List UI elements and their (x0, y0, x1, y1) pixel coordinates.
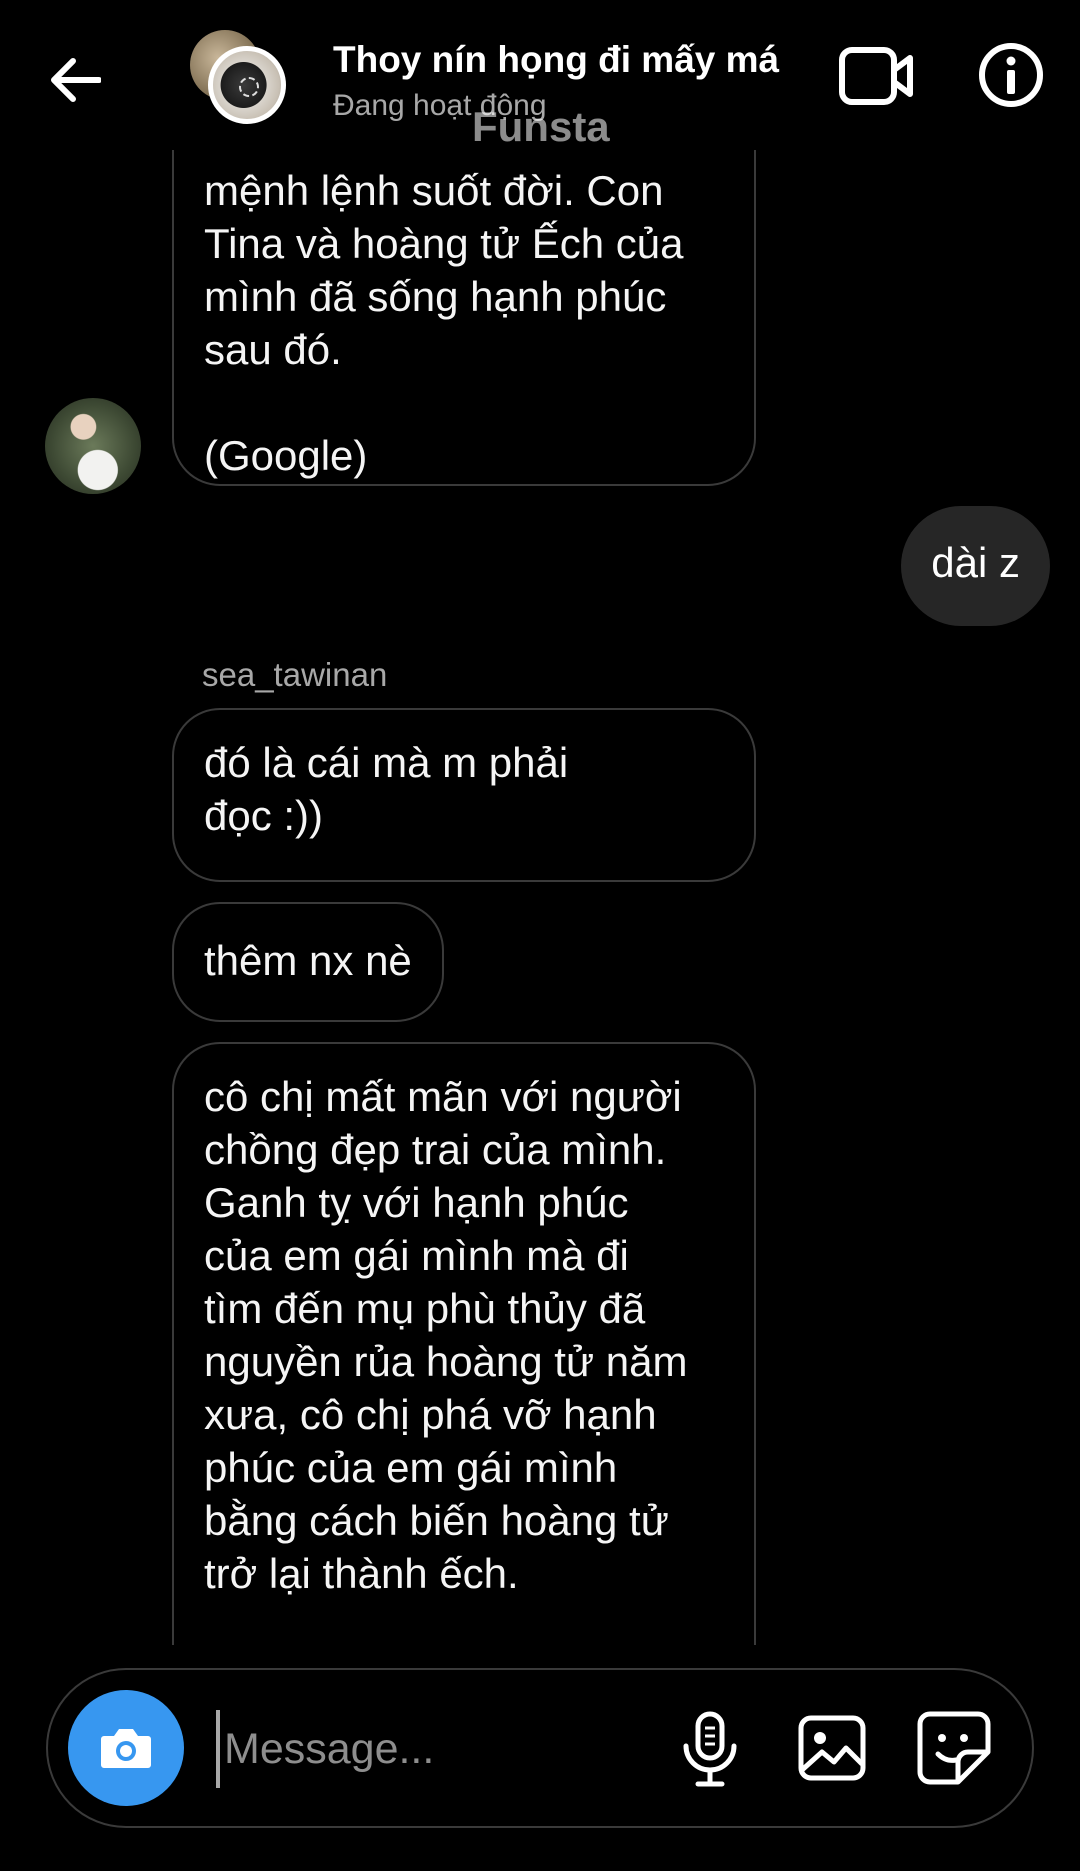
info-button[interactable] (978, 42, 1044, 108)
chat-header: Thoy nín họng đi mấy má Đang hoạt động F… (0, 0, 1080, 150)
group-avatar[interactable] (188, 28, 298, 128)
camera-button[interactable] (68, 1690, 184, 1806)
message-input[interactable] (216, 1710, 696, 1788)
sender-username: sea_tawinan (202, 656, 388, 693)
outgoing-message-bubble[interactable]: dài z (901, 506, 1050, 626)
sticker-button[interactable] (916, 1710, 992, 1786)
voice-message-button[interactable] (678, 1710, 742, 1790)
back-button[interactable] (40, 45, 110, 115)
incoming-message-bubble[interactable]: thêm nx nè (172, 902, 444, 1022)
incoming-message-bubble[interactable]: cô chị mất mãn với người chồng đẹp trai … (172, 1042, 756, 1645)
gallery-button[interactable] (796, 1710, 868, 1786)
watermark-text: Funsta (472, 103, 610, 150)
info-icon (979, 43, 1043, 107)
video-call-button[interactable] (838, 44, 914, 108)
message-composer (46, 1668, 1034, 1828)
message-thread[interactable]: mệnh lệnh suốt đời. Con Tina và hoàng tử… (0, 150, 1080, 1645)
incoming-message-bubble[interactable]: đó là cái mà m phải đọc :)) (172, 708, 756, 882)
arrow-left-icon (51, 58, 101, 102)
incoming-message-bubble[interactable]: mệnh lệnh suốt đời. Con Tina và hoàng tử… (172, 150, 756, 486)
image-icon (798, 1715, 866, 1781)
avatar-primary (208, 46, 286, 124)
microphone-icon (683, 1711, 737, 1787)
video-camera-icon (839, 47, 913, 105)
camera-icon (101, 1729, 151, 1768)
chat-title[interactable]: Thoy nín họng đi mấy má (333, 36, 803, 84)
sticker-icon (917, 1711, 991, 1785)
sender-avatar[interactable] (45, 398, 141, 494)
